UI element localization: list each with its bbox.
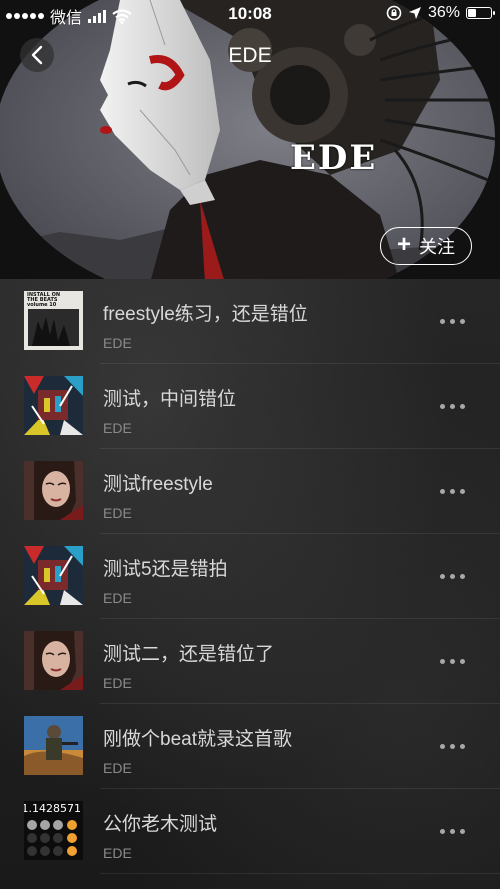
cover-portrait: [24, 461, 83, 520]
location-icon: [408, 7, 421, 19]
more-horizontal-icon[interactable]: [440, 654, 472, 668]
hero-logo-text: EDE: [290, 138, 378, 178]
cover-portrait: [24, 631, 83, 690]
orientation-lock-icon: [386, 5, 402, 21]
divider: [100, 873, 500, 874]
track-artist: EDE: [103, 760, 132, 776]
track-artist: EDE: [103, 420, 132, 436]
track-title: 测试二，还是错位了: [103, 644, 275, 665]
track-artist: EDE: [103, 335, 132, 351]
more-horizontal-icon[interactable]: [440, 484, 472, 498]
more-horizontal-icon[interactable]: [440, 399, 472, 413]
list-item[interactable]: 测试5还是错拍 EDE: [0, 534, 500, 619]
plus-icon: +: [396, 231, 411, 258]
list-item[interactable]: 刚做个beat就录这首歌 EDE: [0, 704, 500, 789]
more-horizontal-icon[interactable]: [440, 569, 472, 583]
battery-fill: [468, 9, 476, 17]
battery-icon: [466, 7, 495, 19]
artist-hero: 微信 10:08 36% EDE EDE + 关注: [0, 0, 500, 283]
list-item[interactable]: 测试二，还是错位了 EDE: [0, 619, 500, 704]
track-artist: EDE: [103, 590, 132, 606]
cover-text-line: volume 10: [27, 302, 57, 308]
track-title: freestyle练习，还是错位: [103, 304, 308, 325]
follow-button[interactable]: + 关注: [380, 227, 472, 265]
battery-percent: 36%: [427, 4, 460, 21]
calculator-display: 71.1428571: [24, 802, 81, 815]
page-title: EDE: [228, 44, 272, 67]
track-artist: EDE: [103, 845, 132, 861]
track-title: 测试5还是错拍: [103, 559, 228, 580]
list-item[interactable]: 测试，中间错位 EDE: [0, 364, 500, 449]
track-title: 刚做个beat就录这首歌: [103, 729, 292, 750]
cover-collage: [24, 546, 83, 605]
status-bar: 微信 10:08 36%: [0, 0, 500, 28]
more-horizontal-icon[interactable]: [440, 824, 472, 838]
cover-lettered: INSTALL ON THE BEATS volume 10: [24, 291, 83, 350]
track-title: 测试，中间错位: [103, 389, 237, 410]
track-list: INSTALL ON THE BEATS volume 10 freestyle…: [0, 279, 500, 889]
cover-game: [24, 716, 83, 775]
cover-calculator: 71.1428571: [24, 801, 83, 860]
list-item[interactable]: 测试freestyle EDE: [0, 449, 500, 534]
more-horizontal-icon[interactable]: [440, 314, 472, 328]
follow-label: 关注: [419, 237, 455, 257]
track-title: 公你老木测试: [103, 814, 218, 835]
track-artist: EDE: [103, 505, 132, 521]
list-item[interactable]: INSTALL ON THE BEATS volume 10 freestyle…: [0, 279, 500, 364]
cover-collage: [24, 376, 83, 435]
more-horizontal-icon[interactable]: [440, 739, 472, 753]
track-artist: EDE: [103, 675, 132, 691]
list-item[interactable]: 71.1428571 公你老木测试 EDE: [0, 789, 500, 874]
status-right: 36%: [386, 4, 495, 22]
track-title: 测试freestyle: [103, 474, 213, 495]
